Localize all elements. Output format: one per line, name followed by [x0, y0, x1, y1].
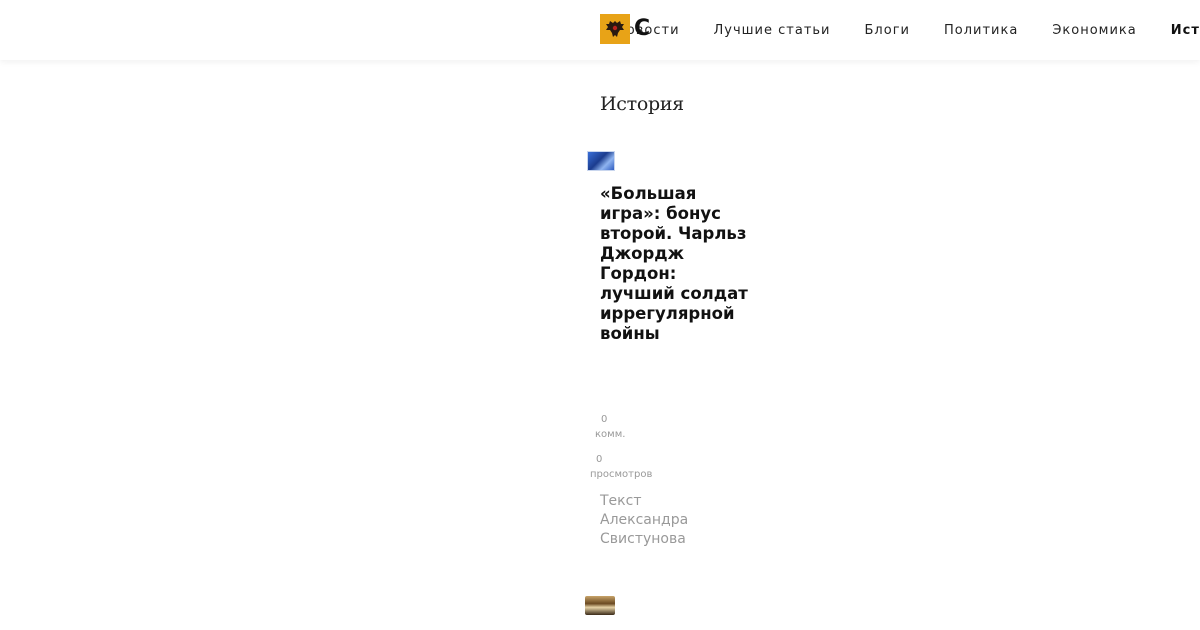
nav-item-history[interactable]: История: [1171, 23, 1200, 38]
site-header: Новости Лучшие статьи Блоги Политика Эко…: [0, 0, 1200, 60]
site-logo[interactable]: [600, 14, 630, 44]
article-author: Текст Александра Свистунова: [600, 493, 689, 547]
logo-letter[interactable]: С: [634, 14, 650, 44]
nav-item-economy[interactable]: Экономика: [1052, 23, 1136, 38]
section-title: История: [600, 93, 684, 115]
views-count: 0: [596, 454, 603, 465]
next-article-thumbnail[interactable]: [585, 596, 615, 615]
comments-label: комм.: [595, 429, 626, 440]
comments-count: 0: [601, 414, 608, 425]
article-thumbnail[interactable]: [587, 151, 615, 171]
article-title[interactable]: «Большая игра»: бонус второй. Чарльз Джо…: [600, 184, 750, 344]
nav-item-politics[interactable]: Политика: [944, 23, 1018, 38]
nav-item-blogs[interactable]: Блоги: [865, 23, 910, 38]
views-label: просмотров: [590, 469, 653, 480]
double-headed-eagle-icon: [606, 21, 624, 37]
nav-item-best-articles[interactable]: Лучшие статьи: [714, 23, 831, 38]
main-nav: Новости Лучшие статьи Блоги Политика Эко…: [616, 0, 1200, 60]
